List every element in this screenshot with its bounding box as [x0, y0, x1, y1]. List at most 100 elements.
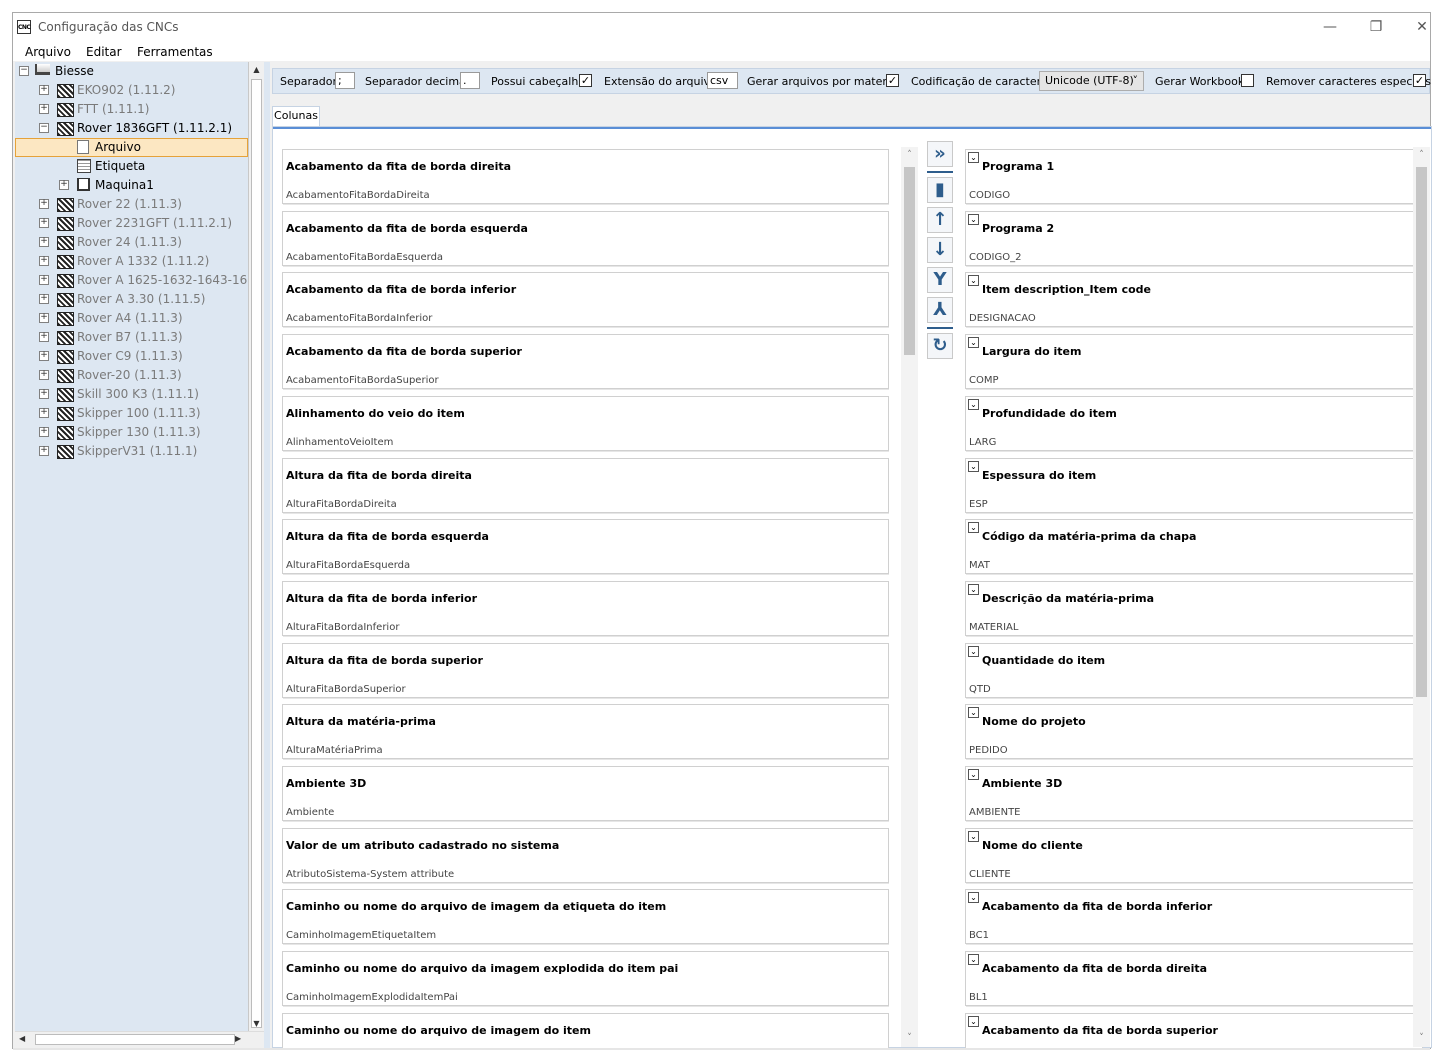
- expand-icon[interactable]: +: [39, 275, 49, 285]
- selected-column-card[interactable]: ⌄ Descrição da matéria-prima MATERIAL: [965, 580, 1423, 636]
- gerar-workbook-checkbox[interactable]: [1241, 74, 1254, 87]
- available-column-card[interactable]: Valor de um atributo cadastrado no siste…: [282, 827, 889, 883]
- available-column-card[interactable]: Acabamento da fita de borda direita Acaba…: [282, 149, 889, 204]
- selected-column-card[interactable]: ⌄ Profundidade do item LARG: [965, 395, 1423, 451]
- expand-icon[interactable]: +: [39, 351, 49, 361]
- tree-machine-node[interactable]: + SkipperV31 (1.11.1): [39, 442, 244, 461]
- tree-machine-node[interactable]: + EKO902 (1.11.2): [39, 81, 244, 100]
- menu-arquivo[interactable]: Arquivo: [25, 43, 71, 61]
- available-column-card[interactable]: Acabamento da fita de borda esquerda Acab…: [282, 210, 889, 266]
- expand-toggle-icon[interactable]: ⌄: [968, 152, 979, 163]
- expand-toggle-icon[interactable]: ⌄: [968, 954, 979, 966]
- selected-column-card[interactable]: ⌄ Nome do projeto PEDIDO: [965, 704, 1423, 760]
- selected-scroll-thumb[interactable]: [1416, 167, 1427, 697]
- merge-button[interactable]: Y: [927, 267, 953, 293]
- expand-icon[interactable]: +: [39, 104, 49, 114]
- tree-machine-node[interactable]: + Rover-20 (1.11.3): [39, 366, 244, 385]
- selected-column-card[interactable]: ⌄ Espessura do item ESP: [965, 457, 1423, 513]
- tab-colunas[interactable]: Colunas: [272, 106, 320, 126]
- tree-machine-node[interactable]: + FTT (1.11.1): [39, 100, 244, 119]
- tree-item-etiqueta[interactable]: Etiqueta: [77, 157, 227, 176]
- selected-column-card[interactable]: ⌄ Item description_Item code DESIGNACAO: [965, 272, 1423, 328]
- available-column-card[interactable]: Altura da matéria-prima AlturaMatériaPrim…: [282, 704, 889, 760]
- available-column-card[interactable]: Alinhamento do veio do item AlinhamentoVe…: [282, 395, 889, 451]
- selected-column-card[interactable]: ⌄ Programa 2 CODIGO_2: [965, 210, 1423, 266]
- expand-toggle-icon[interactable]: ⌄: [968, 645, 979, 657]
- separador-decimal-input[interactable]: .: [460, 72, 480, 89]
- add-all-button[interactable]: »: [927, 141, 953, 167]
- expand-icon[interactable]: +: [59, 180, 69, 190]
- expand-icon[interactable]: +: [39, 446, 49, 456]
- selected-column-card[interactable]: ⌄ Código da matéria-prima da chapa MAT: [965, 519, 1423, 575]
- codificacao-select[interactable]: Unicode (UTF-8) ˅: [1039, 71, 1144, 91]
- tree-vertical-scrollbar[interactable]: ▲ ▼: [249, 62, 264, 1031]
- selected-column-card[interactable]: ⌄ Acabamento da fita de borda direita BL1: [965, 951, 1423, 1007]
- expand-icon[interactable]: +: [39, 427, 49, 437]
- separador-input[interactable]: ;: [335, 72, 355, 89]
- tree-horizontal-scrollbar[interactable]: ◀ ▶: [15, 1031, 264, 1049]
- expand-icon[interactable]: +: [39, 332, 49, 342]
- tree-machine-node[interactable]: + Rover A 1332 (1.11.2): [39, 252, 244, 271]
- selected-column-card[interactable]: ⌄ Acabamento da fita de borda inferior BC1: [965, 889, 1423, 945]
- gerar-por-material-checkbox[interactable]: ✓: [886, 74, 899, 87]
- available-column-card[interactable]: Altura da fita de borda inferior AlturaFi…: [282, 580, 889, 636]
- expand-toggle-icon[interactable]: ⌄: [968, 707, 979, 719]
- expand-toggle-icon[interactable]: ⌄: [968, 522, 979, 534]
- available-column-card[interactable]: Caminho ou nome do arquivo da imagem exp…: [282, 951, 889, 1007]
- tree-machine-node[interactable]: + Skipper 130 (1.11.3): [39, 423, 244, 442]
- expand-icon[interactable]: +: [39, 370, 49, 380]
- tree-machine-node[interactable]: + Rover B7 (1.11.3): [39, 328, 244, 347]
- tree-hscroll-thumb[interactable]: [35, 1034, 235, 1045]
- tree-machine-node[interactable]: + Rover C9 (1.11.3): [39, 347, 244, 366]
- selected-column-card[interactable]: ⌄ Ambiente 3D AMBIENTE: [965, 766, 1423, 821]
- scroll-left-icon[interactable]: ◀: [19, 1034, 25, 1043]
- expand-icon[interactable]: +: [39, 237, 49, 247]
- collapse-icon[interactable]: −: [39, 123, 49, 133]
- tree-machine-node[interactable]: + Rover 24 (1.11.3): [39, 233, 244, 252]
- expand-icon[interactable]: +: [39, 218, 49, 228]
- expand-toggle-icon[interactable]: ⌄: [968, 830, 979, 842]
- menu-editar[interactable]: Editar: [86, 43, 122, 61]
- available-scroll-thumb[interactable]: [904, 167, 915, 355]
- expand-toggle-icon[interactable]: ⌄: [968, 460, 979, 472]
- available-column-card[interactable]: Ambiente 3D Ambiente: [282, 766, 889, 821]
- scroll-down-icon[interactable]: ▼: [249, 1016, 264, 1031]
- tree-item-arquivo[interactable]: Arquivo: [77, 138, 227, 157]
- scroll-up-icon[interactable]: ˄: [1413, 147, 1430, 164]
- expand-icon[interactable]: +: [39, 85, 49, 95]
- scroll-right-icon[interactable]: ▶: [235, 1034, 241, 1043]
- minimize-button[interactable]: —: [1315, 17, 1345, 37]
- expand-toggle-icon[interactable]: ⌄: [968, 583, 979, 595]
- remover-especiais-checkbox[interactable]: ✓: [1413, 74, 1426, 87]
- tree-root-biesse[interactable]: − Biesse: [19, 62, 239, 81]
- refresh-button[interactable]: ↻: [927, 333, 953, 359]
- expand-icon[interactable]: +: [39, 294, 49, 304]
- scroll-down-icon[interactable]: ˅: [1413, 1030, 1430, 1047]
- tree-machine-node[interactable]: + Rover A4 (1.11.3): [39, 309, 244, 328]
- tree-scroll-thumb[interactable]: [251, 79, 262, 1028]
- tree-machine-node[interactable]: + Rover 22 (1.11.3): [39, 195, 244, 214]
- selected-column-card[interactable]: ⌄ Programa 1 CODIGO: [965, 149, 1423, 204]
- selected-column-card[interactable]: ⌄ Acabamento da fita de borda superior: [965, 1012, 1423, 1049]
- menu-ferramentas[interactable]: Ferramentas: [137, 43, 213, 61]
- tree-item-maquina1[interactable]: + Maquina1: [59, 176, 229, 195]
- tree-machine-node[interactable]: + Rover A 1625-1632-1643-165...: [39, 271, 248, 290]
- available-column-card[interactable]: Caminho ou nome do arquivo de imagem da …: [282, 889, 889, 945]
- expand-icon[interactable]: +: [39, 199, 49, 209]
- expand-icon[interactable]: +: [39, 256, 49, 266]
- panel-splitter[interactable]: [264, 62, 270, 1048]
- expand-toggle-icon[interactable]: ⌄: [968, 769, 979, 780]
- close-button[interactable]: ✕: [1407, 17, 1437, 37]
- available-column-card[interactable]: Acabamento da fita de borda inferior Acab…: [282, 272, 889, 328]
- selected-scrollbar[interactable]: ˄ ˅: [1413, 147, 1430, 1047]
- expand-toggle-icon[interactable]: ⌄: [968, 213, 979, 225]
- expand-toggle-icon[interactable]: ⌄: [968, 1015, 979, 1027]
- split-button[interactable]: ⅄: [927, 297, 953, 323]
- tree-machine-node[interactable]: − Rover 1836GFT (1.11.2.1): [39, 119, 244, 138]
- selected-column-card[interactable]: ⌄ Nome do cliente CLIENTE: [965, 827, 1423, 883]
- selected-column-card[interactable]: ⌄ Largura do item COMP: [965, 334, 1423, 390]
- scroll-down-icon[interactable]: ˅: [901, 1030, 918, 1047]
- selected-column-card[interactable]: ⌄ Quantidade do item QTD: [965, 642, 1423, 698]
- available-column-card[interactable]: Acabamento da fita de borda superior Acab…: [282, 334, 889, 390]
- extensao-input[interactable]: csv: [707, 72, 738, 89]
